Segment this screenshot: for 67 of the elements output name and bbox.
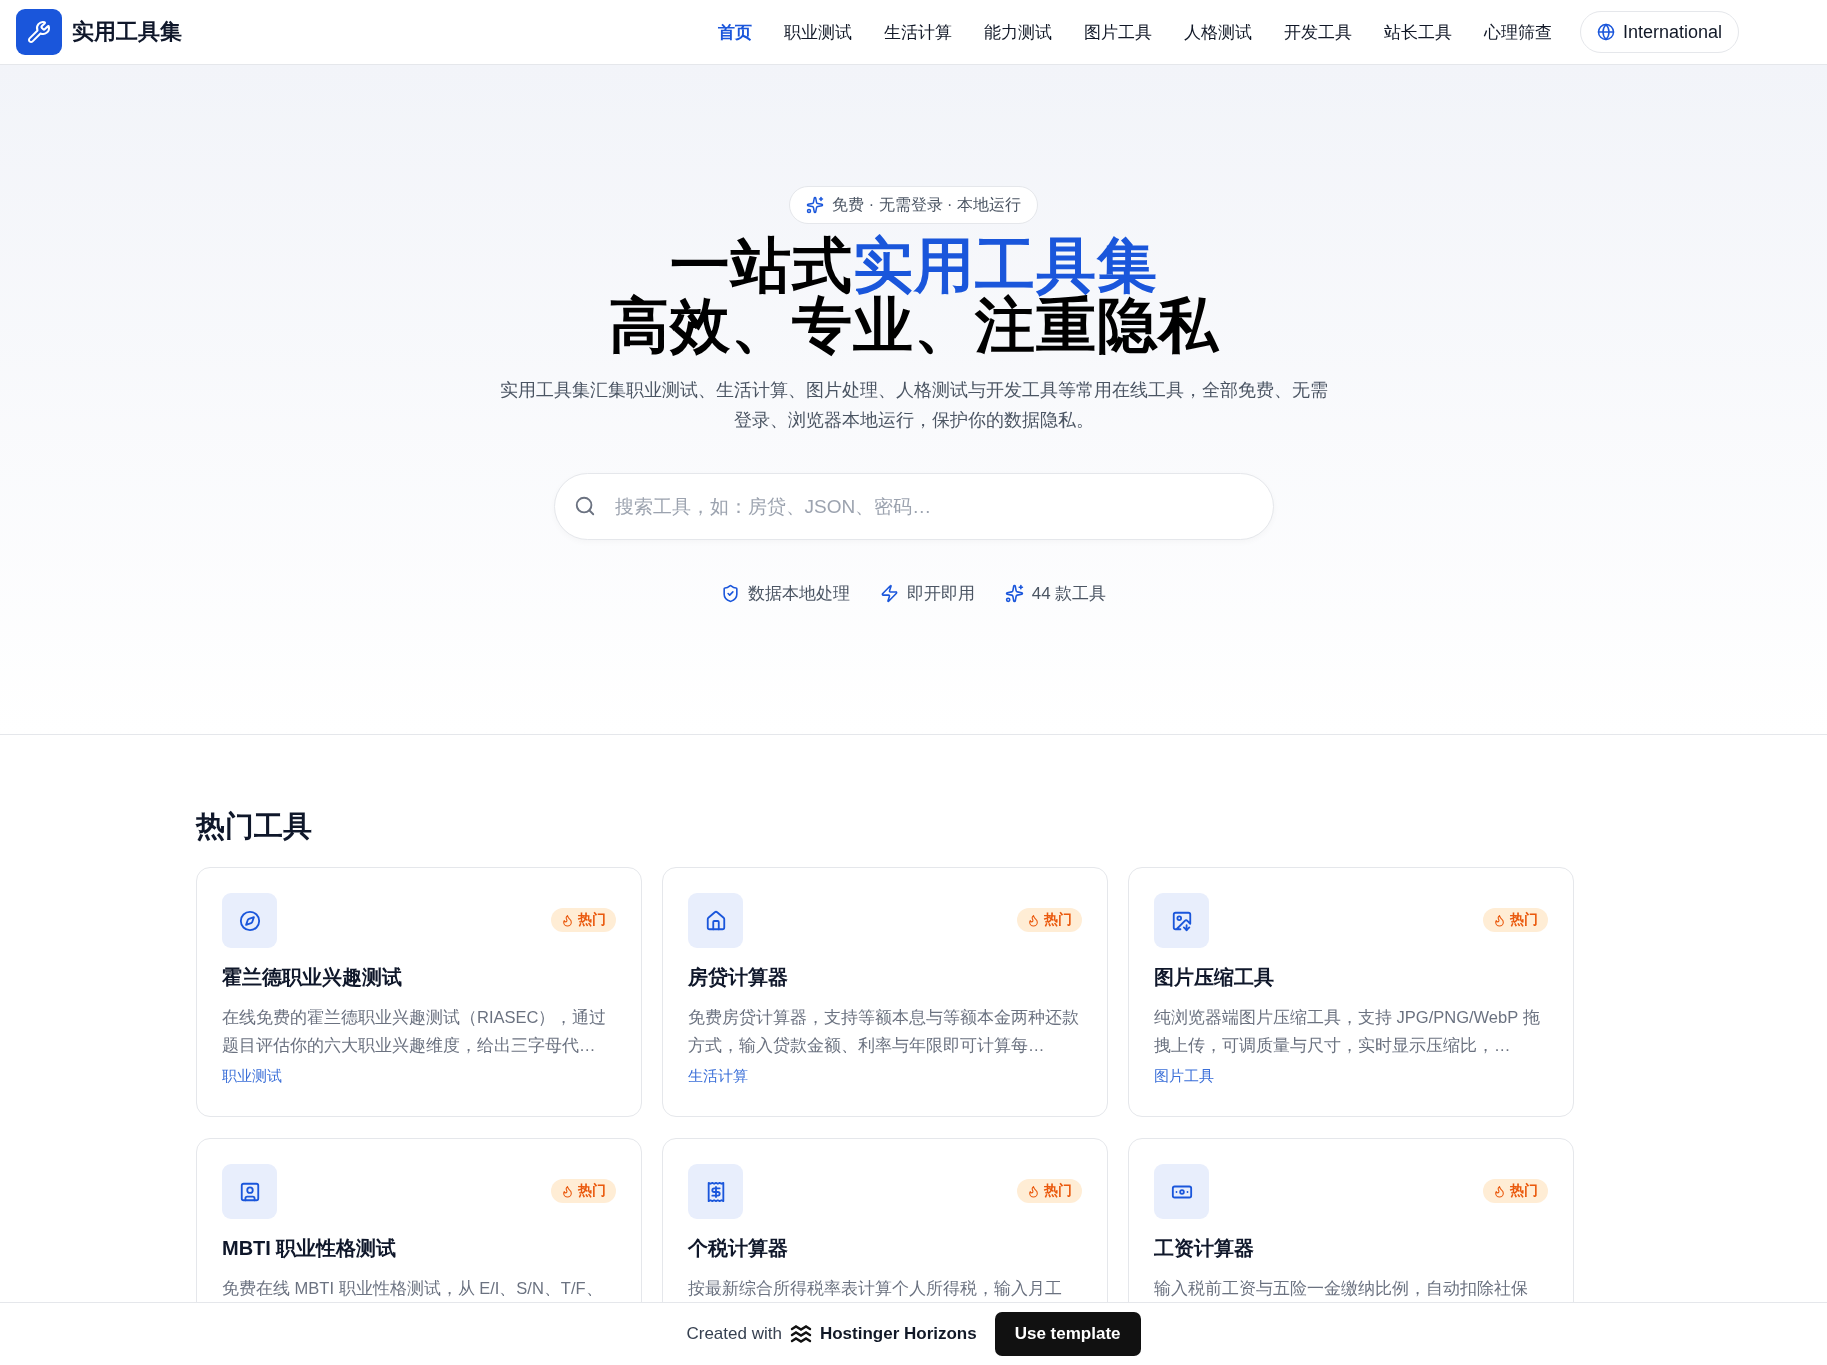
nav-link[interactable]: 能力测试 [967, 12, 1068, 52]
flame-icon [1493, 1184, 1506, 1198]
tool-card[interactable]: 热门 房贷计算器 免费房贷计算器，支持等额本息与等额本金两种还款方式，输入贷款金额、利率与年限即可计算每… 生活计算 [662, 867, 1108, 1117]
lightning-icon [879, 584, 899, 604]
nav-link[interactable]: 图片工具 [1067, 12, 1168, 52]
section-heading: 热门工具 [196, 809, 313, 844]
banknote-icon [1154, 1164, 1209, 1219]
card-description: 免费在线 MBTI 职业性格测试，从 E/I、S/N、T/F、 [222, 1278, 604, 1299]
hot-badge: 热门 [1017, 1179, 1082, 1203]
wrench-icon [27, 20, 51, 44]
card-description: 按最新综合所得税率表计算个人所得税，输入月工 [688, 1278, 1063, 1299]
brand-name: 实用工具集 [72, 18, 182, 46]
receipt-icon [688, 1164, 743, 1219]
category-link[interactable]: 图片工具 [1154, 1067, 1548, 1087]
card-title: 房贷计算器 [688, 965, 789, 990]
search-icon [573, 495, 596, 518]
nav-link[interactable]: 站长工具 [1367, 12, 1468, 52]
hero-badge: 免费 · 无需登录 · 本地运行 [789, 186, 1038, 224]
card-description: 纯浏览器端图片压缩工具，支持 JPG/PNG/WebP 拖拽上传，可调质量与尺寸，实时显示压缩比，… [1154, 1007, 1541, 1057]
shield-check-icon [720, 584, 740, 604]
logo-icon[interactable] [16, 9, 62, 55]
card-title: 图片压缩工具 [1154, 965, 1275, 990]
sparkles-icon [1004, 584, 1024, 604]
language-button[interactable]: International [1579, 11, 1739, 53]
globe-icon [1596, 23, 1615, 41]
compass-icon [222, 893, 277, 948]
card-title: 霍兰德职业兴趣测试 [222, 965, 403, 990]
flame-icon [561, 913, 574, 927]
flame-icon [1027, 913, 1040, 927]
created-with-text: Created with [686, 1324, 782, 1344]
nav-link[interactable]: 首页 [701, 12, 768, 52]
house-icon [688, 893, 743, 948]
sparkles-icon [806, 196, 825, 214]
nav-link[interactable]: 人格测试 [1167, 12, 1268, 52]
flame-icon [1027, 1184, 1040, 1198]
card-title: MBTI 职业性格测试 [222, 1236, 398, 1261]
category-link[interactable]: 职业测试 [222, 1067, 616, 1087]
tool-card[interactable]: 热门 霍兰德职业兴趣测试 在线免费的霍兰德职业兴趣测试（RIASEC），通过题目评估你的六大职业兴趣维度，给出三字母代… 职业测试 [196, 867, 642, 1117]
image-icon [1154, 893, 1209, 948]
category-link[interactable]: 生活计算 [688, 1067, 1082, 1087]
card-description: 输入税前工资与五险一金缴纳比例，自动扣除社保 [1154, 1278, 1529, 1299]
feature-label: 即开即用 [906, 583, 975, 606]
flame-icon [561, 1184, 574, 1198]
waves-logo-icon [789, 1325, 812, 1343]
hero-description: 实用工具集汇集职业测试、生活计算、图片处理、人格测试与开发工具等常用在线工具，全部免费、无需登录、浏览器本地运行，保护你的数据隐私。 [498, 379, 1329, 432]
use-template-button[interactable]: Use template [994, 1312, 1141, 1356]
search-field[interactable]: 搜索工具，如：房贷、JSON、密码… [553, 473, 1274, 541]
hot-badge: 热门 [551, 1179, 616, 1203]
feature-label: 数据本地处理 [747, 583, 850, 606]
nav-link[interactable]: 心理筛查 [1467, 12, 1568, 52]
nav-link[interactable]: 开发工具 [1267, 12, 1368, 52]
flame-icon [1493, 913, 1506, 927]
hero-subtitle: 高效、专业、注重隐私 [608, 296, 1219, 356]
hot-badge: 热门 [1483, 908, 1548, 932]
tool-card[interactable]: 热门 图片压缩工具 纯浏览器端图片压缩工具，支持 JPG/PNG/WebP 拖拽上传，可调质量与尺寸，实时显示压缩比，… 图片工具 [1128, 867, 1574, 1117]
brand-text: Hostinger Horizons [819, 1324, 977, 1344]
card-title: 个税计算器 [688, 1236, 789, 1261]
hot-badge: 热门 [551, 908, 616, 932]
nav-link[interactable]: 生活计算 [867, 12, 968, 52]
hot-badge: 热门 [1483, 1179, 1548, 1203]
card-title: 工资计算器 [1154, 1236, 1255, 1261]
user-card-icon [222, 1164, 277, 1219]
feature-label: 44 款工具 [1031, 583, 1107, 606]
card-description: 免费房贷计算器，支持等额本息与等额本金两种还款方式，输入贷款金额、利率与年限即可计算每… [688, 1007, 1080, 1057]
nav-link[interactable]: 职业测试 [767, 12, 868, 52]
hot-badge: 热门 [1017, 908, 1082, 932]
card-description: 在线免费的霍兰德职业兴趣测试（RIASEC），通过题目评估你的六大职业兴趣维度，给出三字母代… [222, 1007, 608, 1057]
